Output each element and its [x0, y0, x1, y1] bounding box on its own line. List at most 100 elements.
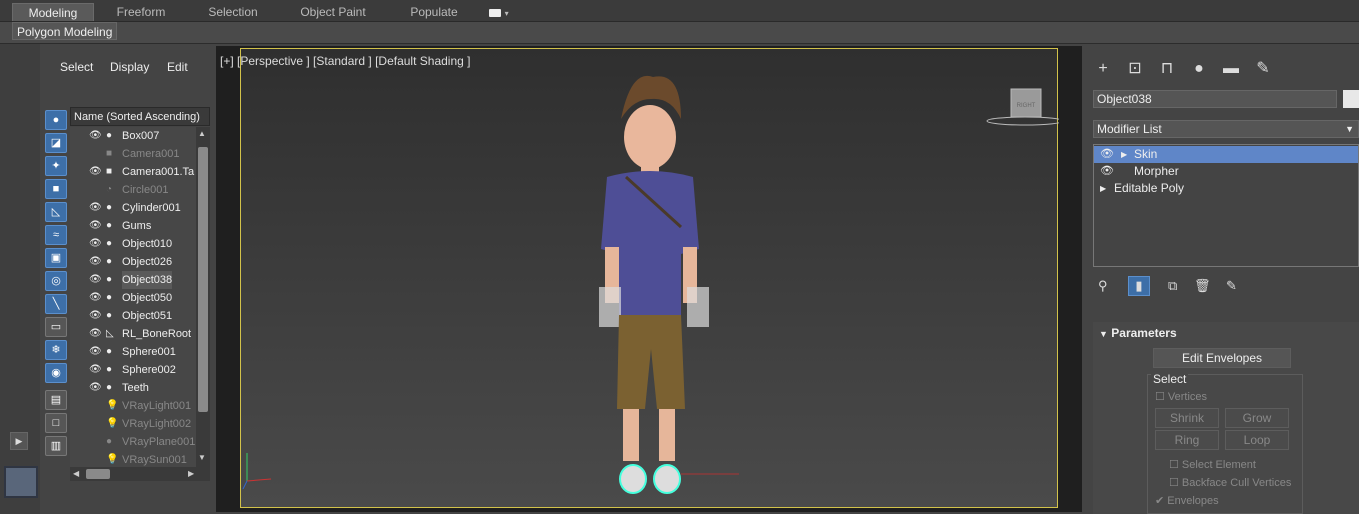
- list-item[interactable]: 💡 VRaySun001: [70, 451, 196, 467]
- expand-arrow-icon[interactable]: ▶: [1100, 180, 1106, 197]
- rollout-header[interactable]: ▼ Parameters: [1099, 326, 1177, 340]
- expand-arrow-icon[interactable]: ▶: [1121, 146, 1127, 163]
- list-item[interactable]: 👁 ● Sphere001: [70, 343, 196, 361]
- list-item[interactable]: 👁 ● Object050: [70, 289, 196, 307]
- list-item[interactable]: ■ Camera001: [70, 145, 196, 163]
- visibility-eye-icon[interactable]: 👁: [89, 217, 103, 235]
- filter-xrefs-button[interactable]: ◎: [45, 271, 67, 291]
- visibility-eye-icon[interactable]: 👁: [89, 235, 103, 253]
- list-item[interactable]: 👁 ● Object026: [70, 253, 196, 271]
- filter-shapes-button[interactable]: ◪: [45, 133, 67, 153]
- list-item[interactable]: 💡 VRayLight001: [70, 397, 196, 415]
- backface-cull-checkbox[interactable]: ☐ Backface Cull Vertices: [1169, 476, 1291, 489]
- motion-tab[interactable]: ●: [1186, 58, 1212, 80]
- pin-icon[interactable]: ⚲: [1098, 278, 1108, 294]
- hscroll-thumb[interactable]: [86, 469, 110, 479]
- eye-icon[interactable]: 👁: [1100, 163, 1114, 180]
- filter-lights-button[interactable]: ✦: [45, 156, 67, 176]
- grow-button[interactable]: Grow: [1225, 408, 1289, 428]
- eye-icon[interactable]: 👁: [1100, 146, 1114, 163]
- scroll-right-icon[interactable]: ▶: [188, 469, 194, 478]
- list-item[interactable]: ◔ Circle001: [70, 181, 196, 199]
- visibility-eye-icon[interactable]: 👁: [89, 253, 103, 271]
- filter-containers-button[interactable]: ▭: [45, 317, 67, 337]
- filter-geometry-button[interactable]: ●: [45, 110, 67, 130]
- object-name-field[interactable]: Object038: [1093, 90, 1337, 108]
- filter-cameras-button[interactable]: ■: [45, 179, 67, 199]
- layer-thumbnail-button[interactable]: [4, 466, 38, 498]
- scroll-up-icon[interactable]: ▲: [198, 129, 206, 138]
- show-end-result-icon[interactable]: ▮: [1128, 276, 1150, 296]
- ring-button[interactable]: Ring: [1155, 430, 1219, 450]
- filter-bones-button[interactable]: ╲: [45, 294, 67, 314]
- filter-all-button[interactable]: ▤: [45, 390, 67, 410]
- visibility-eye-icon[interactable]: 👁: [89, 199, 103, 217]
- list-item[interactable]: 👁 ● Object010: [70, 235, 196, 253]
- visibility-eye-icon[interactable]: 👁: [89, 325, 103, 343]
- configure-sets-icon[interactable]: ✎: [1226, 278, 1237, 294]
- expand-arrow-button[interactable]: ▶: [10, 432, 28, 450]
- stack-item-morpher[interactable]: 👁 Morpher: [1094, 163, 1358, 180]
- list-item[interactable]: 👁 ● Sphere002: [70, 361, 196, 379]
- viewcube[interactable]: RIGHT: [986, 88, 1059, 126]
- visibility-eye-icon[interactable]: 👁: [89, 271, 103, 289]
- stack-item-skin[interactable]: 👁 ▶ Skin: [1094, 146, 1358, 163]
- tab-polygon-modeling[interactable]: Polygon Modeling: [12, 22, 118, 40]
- scroll-left-icon[interactable]: ◀: [73, 469, 79, 478]
- list-item[interactable]: 👁 ● Teeth: [70, 379, 196, 397]
- perspective-viewport[interactable]: RIGHT: [240, 48, 1059, 508]
- list-item[interactable]: 👁 ● Object051: [70, 307, 196, 325]
- hierarchy-tab[interactable]: ⊓: [1154, 58, 1180, 80]
- vertices-checkbox[interactable]: ☐ Vertices: [1155, 390, 1207, 403]
- create-tab[interactable]: +: [1090, 58, 1116, 80]
- modifier-list-dropdown[interactable]: Modifier List ▼: [1093, 120, 1359, 138]
- tab-selection[interactable]: Selection: [192, 3, 274, 21]
- visibility-eye-icon[interactable]: 👁: [89, 379, 103, 397]
- tab-populate[interactable]: Populate: [396, 3, 472, 21]
- visibility-eye-icon[interactable]: 👁: [89, 361, 103, 379]
- object-color-swatch[interactable]: [1343, 90, 1359, 108]
- filter-frozen-button[interactable]: ❄: [45, 340, 67, 360]
- utilities-tab[interactable]: ✎: [1250, 58, 1276, 80]
- trash-icon[interactable]: 🗑: [1194, 278, 1211, 294]
- shrink-button[interactable]: Shrink: [1155, 408, 1219, 428]
- filter-none-button[interactable]: □: [45, 413, 67, 433]
- character-model[interactable]: [599, 75, 739, 494]
- list-item[interactable]: 💡 VRayLight002: [70, 415, 196, 433]
- scrollbar-thumb[interactable]: [198, 147, 208, 412]
- make-unique-icon[interactable]: ⧉: [1168, 278, 1177, 294]
- visibility-eye-icon[interactable]: 👁: [89, 163, 103, 181]
- visibility-eye-icon[interactable]: 👁: [89, 343, 103, 361]
- filter-groups-button[interactable]: ▣: [45, 248, 67, 268]
- edit-envelopes-button[interactable]: Edit Envelopes: [1153, 348, 1291, 368]
- filter-invert-button[interactable]: ▥: [45, 436, 67, 456]
- visibility-eye-icon[interactable]: 👁: [89, 307, 103, 325]
- list-item[interactable]: 👁 ● Object038: [70, 271, 196, 289]
- list-item[interactable]: 👁 ◺ RL_BoneRoot: [70, 325, 196, 343]
- list-item[interactable]: 👁 ● Box007: [70, 127, 196, 145]
- list-item[interactable]: ● VRayPlane001: [70, 433, 196, 451]
- filter-hidden-button[interactable]: ◉: [45, 363, 67, 383]
- filter-helpers-button[interactable]: ◺: [45, 202, 67, 222]
- modify-tab[interactable]: ⊡: [1122, 58, 1148, 80]
- envelopes-checkbox[interactable]: ✔ Envelopes: [1155, 494, 1219, 507]
- column-header-name[interactable]: Name (Sorted Ascending): [70, 107, 210, 126]
- list-item[interactable]: 👁 ● Cylinder001: [70, 199, 196, 217]
- ribbon-options-dropdown[interactable]: ▾: [484, 3, 514, 21]
- stack-item-editable-poly[interactable]: ▶ Editable Poly: [1094, 180, 1358, 197]
- select-element-checkbox[interactable]: ☐ Select Element: [1169, 458, 1256, 471]
- visibility-eye-icon[interactable]: 👁: [89, 289, 103, 307]
- tab-object-paint[interactable]: Object Paint: [286, 3, 380, 21]
- list-item[interactable]: 👁 ■ Camera001.Ta: [70, 163, 196, 181]
- menu-select[interactable]: Select: [60, 60, 93, 74]
- loop-button[interactable]: Loop: [1225, 430, 1289, 450]
- explorer-horizontal-scrollbar[interactable]: ◀ ▶: [70, 467, 210, 481]
- filter-spacewarps-button[interactable]: ≈: [45, 225, 67, 245]
- viewport-label[interactable]: [+] [Perspective ] [Standard ] [Default …: [220, 54, 470, 68]
- visibility-eye-icon[interactable]: 👁: [89, 127, 103, 145]
- scroll-down-icon[interactable]: ▼: [198, 453, 206, 462]
- list-item[interactable]: 👁 ● Gums: [70, 217, 196, 235]
- menu-display[interactable]: Display: [110, 60, 149, 74]
- menu-edit[interactable]: Edit: [167, 60, 188, 74]
- tab-freeform[interactable]: Freeform: [100, 3, 182, 21]
